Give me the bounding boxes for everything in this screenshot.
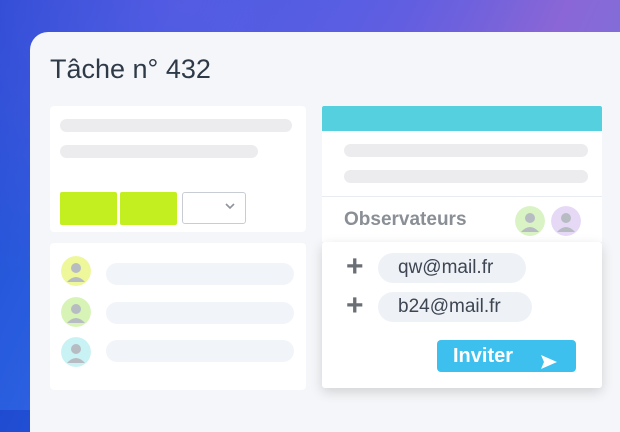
user-avatar-icon [61,297,91,327]
placeholder-line [60,119,292,132]
list-item-placeholder [106,340,294,362]
user-avatar-icon [61,337,91,367]
invite-button[interactable]: Inviter [437,340,576,372]
green-chip[interactable] [120,192,177,225]
page-title: Tâche n° 432 [50,54,211,84]
add-icon[interactable]: + [346,291,364,321]
small-select[interactable] [182,192,246,224]
chevron-down-icon [224,200,236,215]
observers-label: Observateurs [344,209,467,230]
list-item-placeholder [106,263,294,285]
placeholder-line [344,170,588,183]
observer-avatar-icon[interactable] [515,206,545,236]
divider [322,196,602,197]
observer-avatar-icon[interactable] [551,206,581,236]
list-item-placeholder [106,302,294,324]
send-icon [540,348,558,369]
green-chip[interactable] [60,192,117,225]
add-icon[interactable]: + [346,252,364,282]
panel-header-bar [322,106,602,131]
invite-button-label: Inviter [453,345,514,367]
user-avatar-icon [61,256,91,286]
invite-email-chip[interactable]: qw@mail.fr [378,253,526,283]
placeholder-line [344,144,588,157]
invite-email-chip[interactable]: b24@mail.fr [378,292,532,322]
placeholder-line [60,145,258,158]
